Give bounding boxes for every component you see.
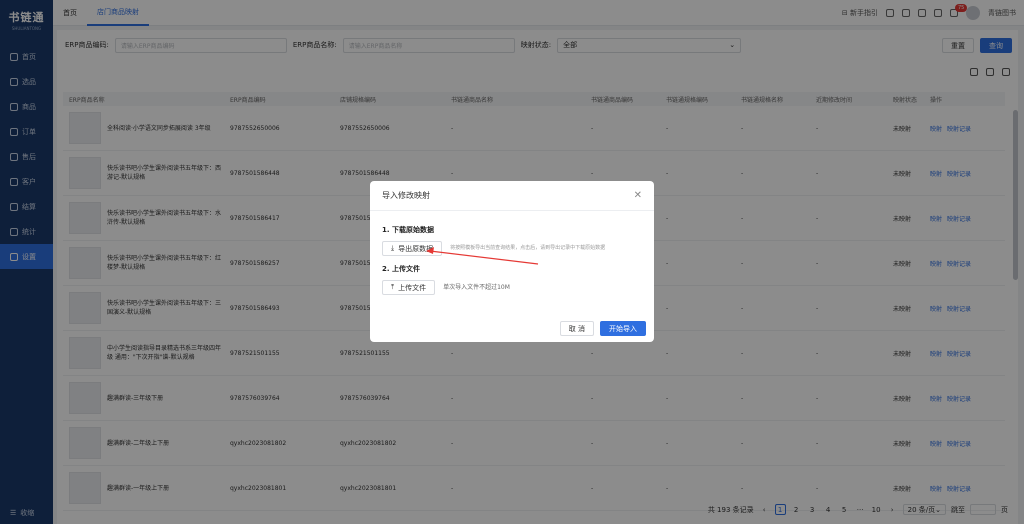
annotation-arrow xyxy=(426,247,539,265)
